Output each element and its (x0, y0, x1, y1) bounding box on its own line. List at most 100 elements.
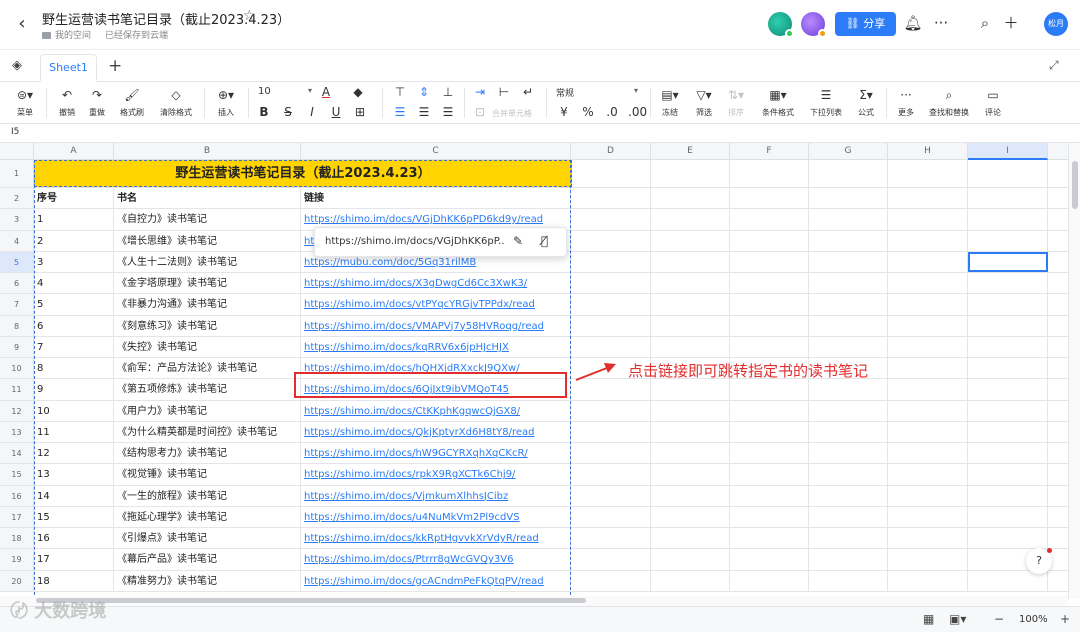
search-icon[interactable]: ⌕ (975, 13, 995, 33)
empty-cell[interactable] (968, 400, 1048, 421)
empty-cell[interactable] (809, 379, 888, 400)
text-wrap-icon[interactable]: ↵ (520, 84, 536, 100)
hyperlink-cell[interactable]: https://shimo.im/docs/gcACndmPeFkQtqPV/r… (301, 570, 571, 591)
vertical-scrollbar[interactable] (1068, 143, 1080, 599)
comment-button[interactable]: ▭ 评论 (980, 87, 1006, 119)
empty-cell[interactable] (571, 506, 651, 527)
empty-cell[interactable] (809, 188, 888, 209)
empty-cell[interactable] (809, 528, 888, 549)
book-title-cell[interactable]: 《结构思考力》读书笔记 (114, 443, 301, 464)
hyperlink-cell[interactable]: https://shimo.im/docs/Ptrrr8gWcGVQy3V6 (301, 549, 571, 570)
empty-cell[interactable] (651, 188, 730, 209)
empty-cell[interactable] (651, 400, 730, 421)
book-title-cell[interactable]: 《引爆点》读书笔记 (114, 528, 301, 549)
collaborator-avatar[interactable] (768, 12, 794, 38)
empty-cell[interactable] (571, 443, 651, 464)
align-bottom-icon[interactable]: ⊥ (440, 84, 456, 100)
empty-cell[interactable] (730, 528, 809, 549)
empty-cell[interactable] (651, 421, 730, 442)
hyperlink-cell[interactable]: https://shimo.im/docs/QkjKptyrXd6H8tY8/r… (301, 421, 571, 442)
empty-cell[interactable] (968, 315, 1048, 336)
book-title-cell[interactable]: 《为什么精英都是时间控》读书笔记 (114, 421, 301, 442)
empty-cell[interactable] (968, 506, 1048, 527)
scroll-thumb[interactable] (36, 598, 586, 603)
empty-cell[interactable] (730, 443, 809, 464)
row-header[interactable]: 12 (0, 400, 34, 421)
row-header[interactable]: 14 (0, 443, 34, 464)
empty-cell[interactable] (968, 188, 1048, 209)
book-title-cell[interactable]: 《金字塔原理》读书笔记 (114, 273, 301, 294)
empty-cell[interactable] (888, 485, 968, 506)
align-left-icon[interactable]: ☰ (392, 104, 408, 120)
empty-cell[interactable] (651, 230, 730, 251)
empty-cell[interactable] (730, 400, 809, 421)
empty-cell[interactable] (730, 294, 809, 315)
empty-cell[interactable] (968, 379, 1048, 400)
find-replace-button[interactable]: ⌕ 查找和替换 (924, 87, 974, 119)
row-header[interactable]: 9 (0, 336, 34, 357)
border-icon[interactable]: ⊞ (352, 104, 368, 120)
row-header[interactable]: 2 (0, 188, 34, 209)
italic-icon[interactable]: I (304, 104, 320, 120)
underline-icon[interactable]: U (328, 104, 344, 120)
decrease-decimal-icon[interactable]: .0 (604, 104, 620, 120)
empty-cell[interactable] (651, 160, 730, 187)
book-title-cell[interactable]: 《精准努力》读书笔记 (114, 570, 301, 591)
empty-cell[interactable] (888, 251, 968, 272)
select-all-corner[interactable] (0, 143, 34, 160)
empty-cell[interactable] (571, 209, 651, 230)
layers-icon[interactable]: ◈ (12, 58, 22, 73)
more-button[interactable]: ··· 更多 (892, 87, 920, 119)
hyperlink-cell[interactable]: https://shimo.im/docs/vtPYqcYRGjvTPPdx/r… (301, 294, 571, 315)
empty-cell[interactable] (571, 294, 651, 315)
number-cell[interactable]: 1 (34, 209, 114, 230)
number-cell[interactable]: 10 (34, 400, 114, 421)
empty-cell[interactable] (809, 570, 888, 591)
book-title-cell[interactable]: 《视觉锤》读书笔记 (114, 464, 301, 485)
column-header-b[interactable]: B (114, 143, 301, 160)
empty-cell[interactable] (571, 464, 651, 485)
empty-cell[interactable] (809, 294, 888, 315)
empty-cell[interactable] (809, 160, 888, 187)
empty-cell[interactable] (809, 315, 888, 336)
number-cell[interactable]: 12 (34, 443, 114, 464)
empty-cell[interactable] (730, 506, 809, 527)
empty-cell[interactable] (730, 336, 809, 357)
book-title-cell[interactable]: 《幕后产品》读书笔记 (114, 549, 301, 570)
empty-cell[interactable] (651, 528, 730, 549)
empty-cell[interactable] (651, 294, 730, 315)
empty-cell[interactable] (730, 421, 809, 442)
column-header-d[interactable]: D (571, 143, 651, 160)
empty-cell[interactable] (730, 273, 809, 294)
empty-cell[interactable] (809, 209, 888, 230)
align-center-icon[interactable]: ☰ (416, 104, 432, 120)
empty-cell[interactable] (968, 443, 1048, 464)
empty-cell[interactable] (809, 421, 888, 442)
empty-cell[interactable] (571, 251, 651, 272)
book-title-cell[interactable]: 《失控》读书笔记 (114, 336, 301, 357)
hyperlink-cell[interactable]: https://shimo.im/docs/kkRptHgvvkXrVdyR/r… (301, 528, 571, 549)
star-icon[interactable]: ☆ (243, 8, 256, 24)
expand-icon[interactable]: ⤢ (1049, 58, 1059, 73)
empty-cell[interactable] (888, 358, 968, 379)
empty-cell[interactable] (571, 336, 651, 357)
add-sheet-icon[interactable]: + (108, 56, 122, 76)
empty-cell[interactable] (571, 230, 651, 251)
undo-button[interactable]: ↶ 撤销 (54, 87, 80, 119)
empty-cell[interactable] (888, 294, 968, 315)
column-header-c[interactable]: C (301, 143, 571, 160)
scroll-thumb[interactable] (1072, 161, 1078, 209)
empty-cell[interactable] (888, 273, 968, 294)
book-title-cell[interactable]: 《第五项修炼》读书笔记 (114, 379, 301, 400)
font-color-icon[interactable]: A (318, 84, 334, 100)
empty-cell[interactable] (809, 464, 888, 485)
hyperlink-cell[interactable]: https://shimo.im/docs/VjmkumXlhhsJCibz (301, 485, 571, 506)
row-header[interactable]: 8 (0, 315, 34, 336)
row-header[interactable]: 17 (0, 506, 34, 527)
formula-button[interactable]: Σ▾ 公式 (852, 87, 880, 119)
hyperlink-cell[interactable]: https://shimo.im/docs/rpkX9RgXCTk6Chj9/ (301, 464, 571, 485)
row-header[interactable]: 6 (0, 273, 34, 294)
book-title-cell[interactable]: 《自控力》读书笔记 (114, 209, 301, 230)
empty-cell[interactable] (730, 570, 809, 591)
filter-button[interactable]: ▽▾ 筛选 (690, 87, 718, 119)
